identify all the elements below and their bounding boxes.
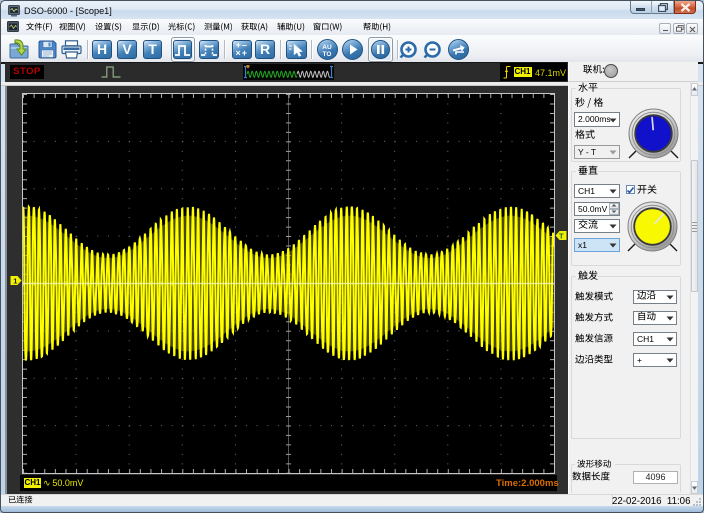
svg-text:1: 1 <box>13 277 17 286</box>
svg-text:T: T <box>559 232 564 241</box>
